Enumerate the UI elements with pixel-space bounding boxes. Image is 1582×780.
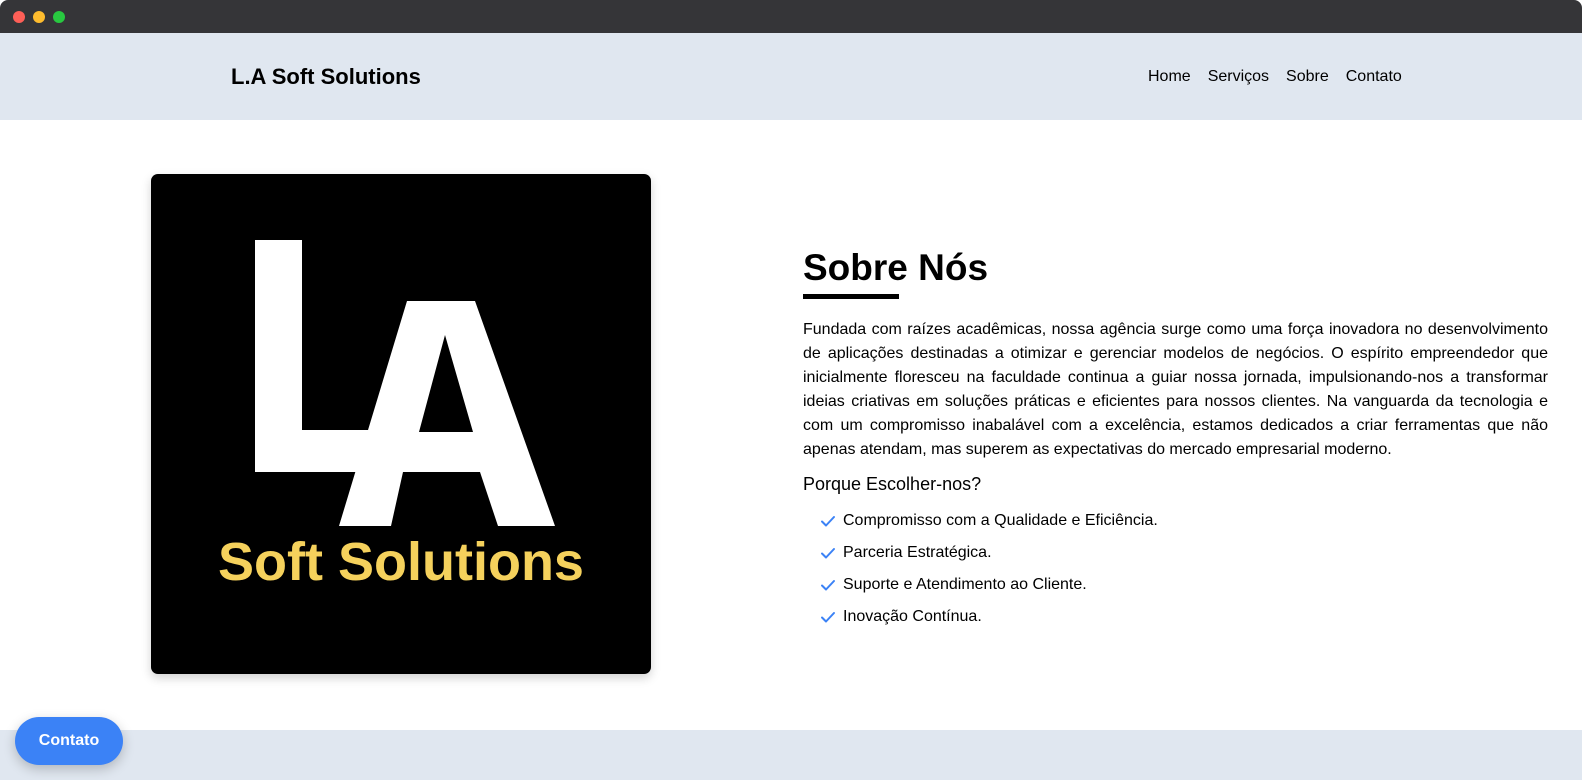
check-icon	[821, 580, 835, 591]
logo-letter-l	[255, 240, 373, 472]
floating-contact-button[interactable]: Contato	[15, 717, 123, 765]
nav-link-servicos[interactable]: Serviços	[1208, 67, 1269, 87]
features-list: Compromisso com a Qualidade e Eficiência…	[803, 505, 1548, 633]
feature-label: Compromisso com a Qualidade e Eficiência…	[843, 512, 1158, 529]
about-paragraph: Fundada com raízes acadêmicas, nossa agê…	[803, 321, 1548, 458]
brand-name[interactable]: L.A Soft Solutions	[231, 64, 421, 90]
main-nav: Home Serviços Sobre Contato	[1148, 67, 1402, 87]
feature-item: Compromisso com a Qualidade e Eficiência…	[803, 505, 1548, 537]
feature-label: Suporte e Atendimento ao Cliente.	[843, 576, 1087, 593]
footer-band	[0, 730, 1582, 780]
la-logo-mark	[255, 240, 555, 526]
feature-item: Parceria Estratégica.	[803, 537, 1548, 569]
nav-link-home[interactable]: Home	[1148, 67, 1191, 87]
check-icon	[821, 612, 835, 623]
company-logo-card: Soft Solutions	[151, 174, 651, 674]
close-window-button[interactable]	[13, 11, 25, 23]
feature-item: Inovação Contínua.	[803, 601, 1548, 633]
nav-link-sobre[interactable]: Sobre	[1286, 67, 1329, 87]
check-icon	[821, 516, 835, 527]
nav-link-contato[interactable]: Contato	[1346, 67, 1402, 87]
maximize-window-button[interactable]	[53, 11, 65, 23]
feature-item: Suporte e Atendimento ao Cliente.	[803, 569, 1548, 601]
about-title: Sobre Nós	[803, 247, 989, 288]
minimize-window-button[interactable]	[33, 11, 45, 23]
logo-caption: Soft Solutions	[218, 532, 584, 592]
feature-label: Parceria Estratégica.	[843, 544, 992, 561]
logo-letter-a	[339, 301, 555, 526]
window-titlebar	[0, 0, 1582, 33]
about-section: Sobre Nós Fundada com raízes acadêmicas,…	[803, 246, 1548, 633]
title-underline	[803, 294, 899, 299]
feature-label: Inovação Contínua.	[843, 608, 982, 625]
check-icon	[821, 548, 835, 559]
why-choose-us-heading: Porque Escolher-nos?	[803, 474, 982, 494]
site-header: L.A Soft Solutions Home Serviços Sobre C…	[0, 33, 1582, 120]
